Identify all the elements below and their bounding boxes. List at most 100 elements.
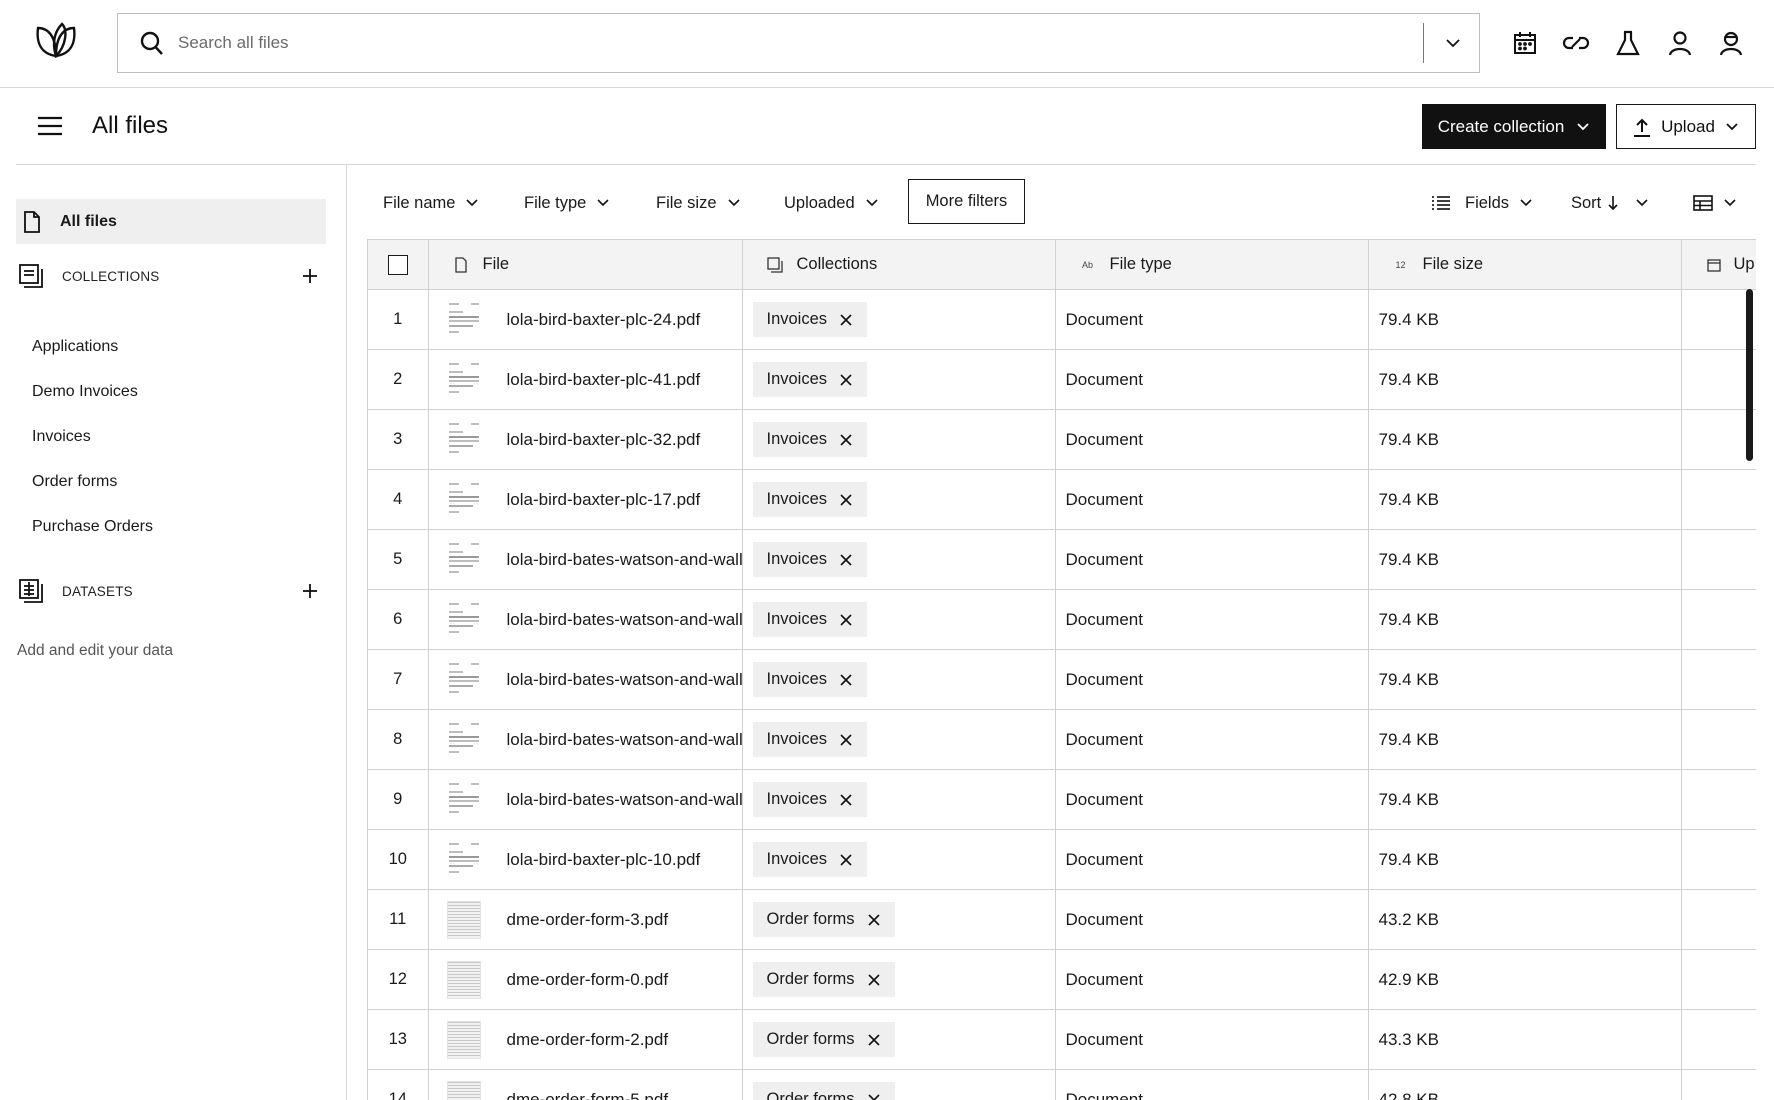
file-cell[interactable]: dme-order-form-5.pdf <box>428 1069 743 1100</box>
add-collection-plus-icon[interactable] <box>298 264 322 288</box>
file-cell[interactable]: lola-bird-baxter-plc-17.pdf <box>428 469 743 530</box>
file-cell[interactable]: lola-bird-bates-watson-and-wall <box>428 709 743 770</box>
collection-tag[interactable]: Invoices <box>752 422 868 457</box>
table-row[interactable]: 6 lola-bird-bates-watson-and-wall Invoices… <box>368 589 1756 650</box>
number-type-icon: 12 <box>1395 259 1406 270</box>
file-cell[interactable]: lola-bird-bates-watson-and-wall <box>428 529 743 590</box>
chevron-down-icon <box>866 199 878 207</box>
collection-tag[interactable]: Invoices <box>752 302 868 337</box>
search-icon <box>140 31 163 55</box>
close-icon[interactable] <box>839 673 853 687</box>
collection-tag[interactable]: Invoices <box>752 662 868 697</box>
table-row[interactable]: 14 dme-order-form-5.pdf Order forms Documen… <box>368 1069 1756 1100</box>
table-row[interactable]: 3 lola-bird-baxter-plc-32.pdf Invoices Docu… <box>368 409 1756 470</box>
column-header-uploaded[interactable]: Up <box>1681 239 1756 290</box>
column-header-file-size[interactable]: 12 File size <box>1368 239 1682 290</box>
close-icon[interactable] <box>867 1093 881 1100</box>
agent-avatar-icon[interactable] <box>1714 26 1748 60</box>
collection-tag[interactable]: Invoices <box>752 602 868 637</box>
collection-tag[interactable]: Invoices <box>752 842 868 877</box>
file-cell[interactable]: lola-bird-baxter-plc-32.pdf <box>428 409 743 470</box>
row-number: 1 <box>368 289 429 350</box>
collection-tag[interactable]: Invoices <box>752 362 868 397</box>
collection-tag-label: Order forms <box>766 1090 855 1100</box>
flask-icon[interactable] <box>1611 26 1645 60</box>
upload-button[interactable]: Upload <box>1616 104 1756 149</box>
file-cell[interactable]: lola-bird-baxter-plc-10.pdf <box>428 829 743 890</box>
file-cell[interactable]: dme-order-form-0.pdf <box>428 949 743 1010</box>
view-toggle-button[interactable] <box>1693 188 1737 218</box>
collection-tag[interactable]: Order forms <box>752 1022 895 1057</box>
table-row[interactable]: 13 dme-order-form-2.pdf Order forms Documen… <box>368 1009 1756 1070</box>
table-row[interactable]: 12 dme-order-form-0.pdf Order forms Documen… <box>368 949 1756 1010</box>
close-icon[interactable] <box>839 613 853 627</box>
file-type-filter[interactable]: File type <box>524 188 610 218</box>
sidebar-collection-item[interactable]: Purchase Orders <box>32 518 153 536</box>
create-collection-button[interactable]: Create collection <box>1422 104 1606 149</box>
table-row[interactable]: 9 lola-bird-bates-watson-and-wall Invoices… <box>368 769 1756 830</box>
collections-cell: Order forms <box>742 889 1056 950</box>
column-header-file[interactable]: File <box>428 239 743 290</box>
file-cell[interactable]: lola-bird-bates-watson-and-wall <box>428 589 743 650</box>
sort-button[interactable]: Sort <box>1571 188 1649 218</box>
collection-tag-label: Invoices <box>766 430 828 448</box>
close-icon[interactable] <box>839 493 853 507</box>
select-all-checkbox[interactable] <box>387 254 408 275</box>
close-icon[interactable] <box>839 733 853 747</box>
close-icon[interactable] <box>867 913 881 927</box>
close-icon[interactable] <box>839 553 853 567</box>
upload-label: Upload <box>1661 116 1715 136</box>
table-row[interactable]: 8 lola-bird-bates-watson-and-wall Invoices… <box>368 709 1756 770</box>
file-cell[interactable]: dme-order-form-3.pdf <box>428 889 743 950</box>
table-scrollbar[interactable] <box>1746 289 1753 461</box>
sidebar-collection-item[interactable]: Applications <box>32 338 118 356</box>
column-header-collections[interactable]: Collections <box>742 239 1056 290</box>
file-name-filter[interactable]: File name <box>383 188 479 218</box>
table-row[interactable]: 7 lola-bird-bates-watson-and-wall Invoices… <box>368 649 1756 710</box>
more-filters-button[interactable]: More filters <box>908 179 1025 224</box>
table-row[interactable]: 4 lola-bird-baxter-plc-17.pdf Invoices Docu… <box>368 469 1756 530</box>
menu-icon[interactable] <box>36 114 64 138</box>
table-row[interactable]: 1 lola-bird-baxter-plc-24.pdf Invoices Docu… <box>368 289 1756 350</box>
file-cell[interactable]: lola-bird-bates-watson-and-wall <box>428 649 743 710</box>
close-icon[interactable] <box>867 973 881 987</box>
uploaded-filter[interactable]: Uploaded <box>784 188 879 218</box>
fields-button[interactable]: Fields <box>1431 188 1533 218</box>
calendar-icon[interactable] <box>1508 26 1542 60</box>
table-view-icon <box>1693 195 1713 211</box>
close-icon[interactable] <box>839 373 853 387</box>
link-icon[interactable] <box>1559 26 1593 60</box>
column-header-file-type[interactable]: Ab File type <box>1055 239 1369 290</box>
table-row[interactable]: 5 lola-bird-bates-watson-and-wall Invoices… <box>368 529 1756 590</box>
collection-tag[interactable]: Invoices <box>752 542 868 577</box>
file-cell[interactable]: lola-bird-baxter-plc-24.pdf <box>428 289 743 350</box>
sidebar-collection-item[interactable]: Invoices <box>32 428 91 446</box>
sidebar-collection-item[interactable]: Demo Invoices <box>32 383 138 401</box>
collection-tag[interactable]: Invoices <box>752 722 868 757</box>
close-icon[interactable] <box>839 793 853 807</box>
table-row[interactable]: 10 lola-bird-baxter-plc-10.pdf Invoices Doc… <box>368 829 1756 890</box>
table-header-row: File Collections Ab File type 12 File si… <box>368 239 1756 290</box>
app-logo-icon[interactable] <box>32 18 80 62</box>
close-icon[interactable] <box>839 433 853 447</box>
chevron-down-icon[interactable] <box>1438 28 1468 58</box>
file-cell[interactable]: lola-bird-bates-watson-and-wall <box>428 769 743 830</box>
collection-tag[interactable]: Order forms <box>752 1082 895 1100</box>
file-cell[interactable]: dme-order-form-2.pdf <box>428 1009 743 1070</box>
table-row[interactable]: 11 dme-order-form-3.pdf Order forms Documen… <box>368 889 1756 950</box>
close-icon[interactable] <box>867 1033 881 1047</box>
close-icon[interactable] <box>839 313 853 327</box>
table-row[interactable]: 2 lola-bird-baxter-plc-41.pdf Invoices Docu… <box>368 349 1756 410</box>
collection-tag[interactable]: Invoices <box>752 482 868 517</box>
close-icon[interactable] <box>839 853 853 867</box>
sidebar-item-all-files[interactable]: All files <box>16 199 326 244</box>
collection-tag[interactable]: Order forms <box>752 902 895 937</box>
file-cell[interactable]: lola-bird-baxter-plc-41.pdf <box>428 349 743 410</box>
collection-tag[interactable]: Invoices <box>752 782 868 817</box>
sidebar-collection-item[interactable]: Order forms <box>32 473 117 491</box>
collection-tag[interactable]: Order forms <box>752 962 895 997</box>
add-dataset-plus-icon[interactable] <box>298 579 322 603</box>
user-icon[interactable] <box>1663 26 1697 60</box>
file-size-filter[interactable]: File size <box>656 188 741 218</box>
search-input[interactable] <box>178 26 1378 60</box>
